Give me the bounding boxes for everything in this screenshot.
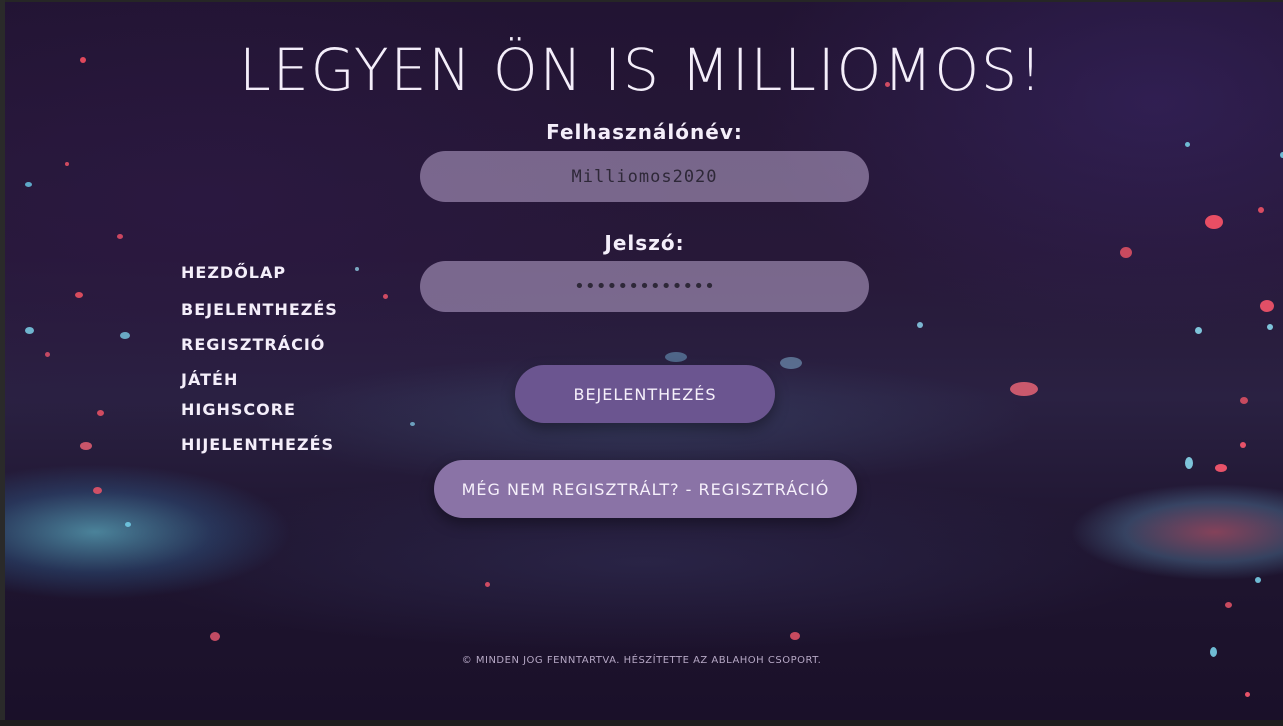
username-label: Felhasználónév:: [546, 120, 743, 144]
window-bottom-border: [0, 720, 1283, 726]
background-image: [5, 2, 1283, 720]
password-input[interactable]: [420, 261, 869, 312]
copyright-icon: ©: [461, 655, 473, 666]
nav-item-login[interactable]: Bejelenthezés: [181, 300, 338, 319]
page-title: Legyen Ön is Milliomos!: [239, 36, 1044, 104]
login-button[interactable]: Bejelenthezés: [515, 365, 775, 423]
password-label: Jelszó:: [604, 231, 685, 255]
nav-item-highscore[interactable]: Highscore: [181, 400, 296, 419]
footer-text: Minden jog fenntartva. Hészítette az Abl…: [475, 655, 822, 666]
nav-item-register[interactable]: Regisztráció: [181, 335, 325, 354]
nav-item-logout[interactable]: Hijelenthezés: [181, 435, 334, 454]
username-input[interactable]: [420, 151, 869, 202]
nav-item-home[interactable]: Hezdőlap: [181, 263, 286, 282]
footer: © Minden jog fenntartva. Hészítette az A…: [0, 655, 1283, 666]
nav-item-game[interactable]: Játéh: [181, 370, 238, 389]
register-button[interactable]: Még nem regisztrált? - Regisztráció: [434, 460, 857, 518]
